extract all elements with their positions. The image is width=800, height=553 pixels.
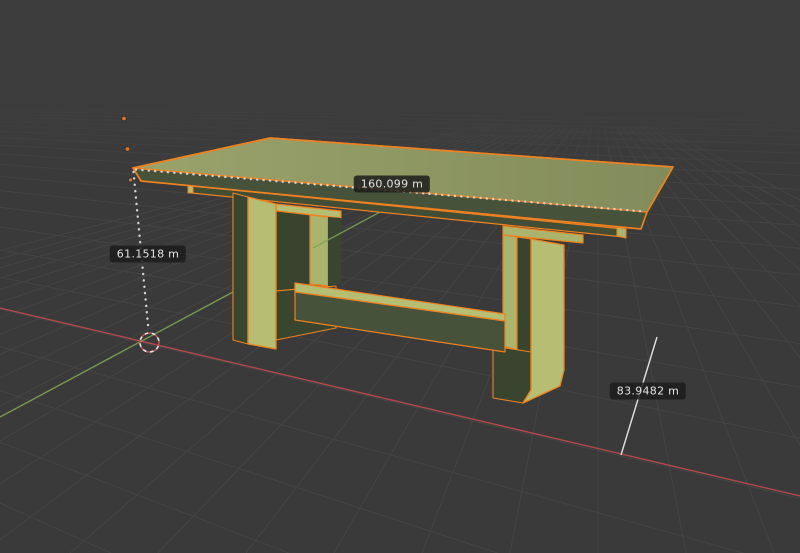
leg-front-post	[248, 197, 276, 349]
leg-back-post	[310, 215, 328, 286]
apron-right-cap	[617, 227, 626, 238]
viewport-3d[interactable]: 160.099 m 61.1518 m 83.9482 m	[0, 0, 800, 553]
measurement-label-width: 83.9482 m	[610, 383, 686, 400]
object-origin-dot	[125, 147, 130, 152]
leg-foot-dark	[493, 346, 531, 403]
measurement-label-height: 61.1518 m	[110, 246, 186, 263]
object-origin-dot	[122, 116, 127, 121]
apron-left-cap	[188, 186, 193, 193]
leg-back-side	[328, 217, 341, 286]
object-origin-dot	[129, 178, 133, 182]
leg-post-side	[233, 193, 248, 344]
table-leg-left-front	[233, 193, 276, 349]
scene-canvas	[0, 0, 800, 553]
measurement-label-length: 160.099 m	[354, 176, 430, 193]
sky-region	[0, 0, 800, 96]
